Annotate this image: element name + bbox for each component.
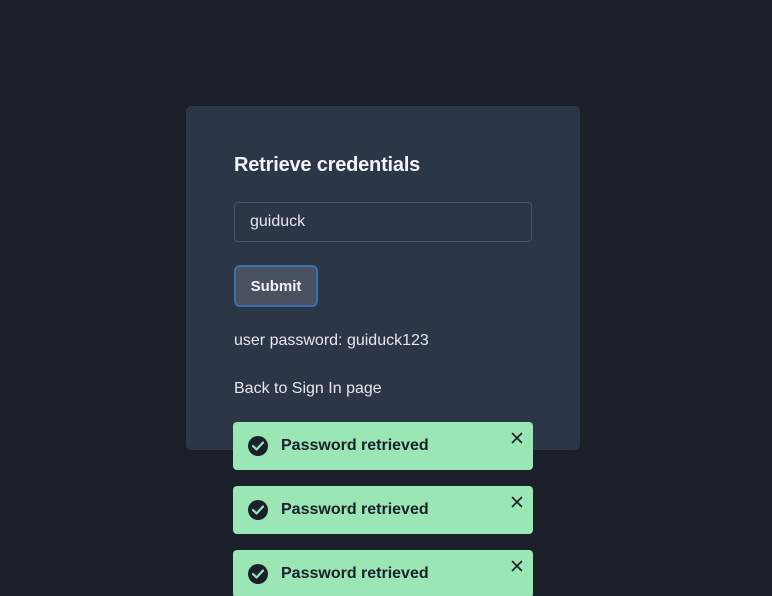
toast-success: Password retrieved — [233, 486, 533, 534]
password-result-text: user password: guiduck123 — [234, 332, 429, 349]
back-to-sign-in-link[interactable]: Back to Sign In page — [234, 380, 382, 398]
retrieve-credentials-card: Retrieve credentials Submit user passwor… — [186, 106, 580, 450]
toast-title: Password retrieved — [281, 501, 429, 518]
card-title: Retrieve credentials — [234, 154, 421, 176]
check-circle-icon — [248, 500, 268, 520]
check-circle-icon — [248, 564, 268, 584]
toast-success: Password retrieved — [233, 422, 533, 470]
username-input[interactable] — [234, 202, 532, 242]
toast-title: Password retrieved — [281, 565, 429, 582]
close-icon[interactable] — [509, 494, 525, 510]
check-circle-icon — [248, 436, 268, 456]
page: Retrieve credentials Submit user passwor… — [0, 0, 772, 596]
toast-title: Password retrieved — [281, 437, 429, 454]
close-icon[interactable] — [509, 430, 525, 446]
submit-button[interactable]: Submit — [234, 265, 318, 307]
toast-success: Password retrieved — [233, 550, 533, 596]
close-icon[interactable] — [509, 558, 525, 574]
